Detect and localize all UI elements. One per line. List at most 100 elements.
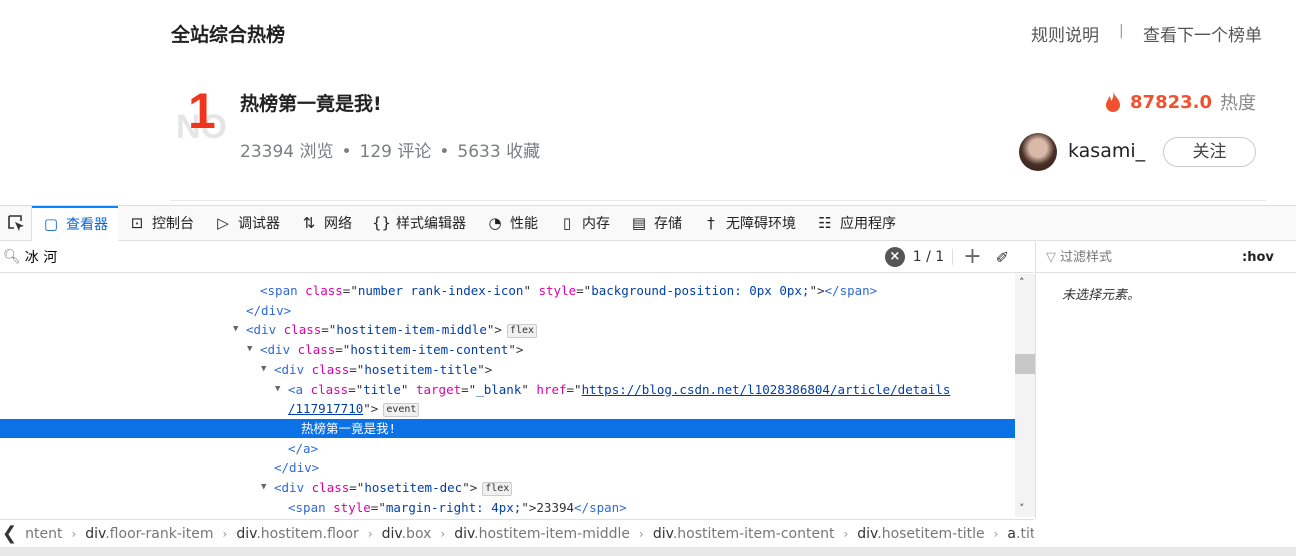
markup-view: <span class="number rank-index-icon" sty… — [0, 274, 1015, 517]
markup-token: hostitem-item-content — [350, 342, 509, 358]
markup-token: =" — [370, 499, 386, 515]
expand-toggle-icon[interactable]: ▼ — [261, 478, 266, 497]
tab-label: 网络 — [324, 216, 352, 232]
breadcrumb-class: ntent — [25, 525, 63, 542]
tab-storage[interactable]: ▤ 存储 — [620, 206, 692, 241]
markup-token: hostitem-item-middle — [336, 322, 487, 338]
filter-styles-input[interactable] — [1060, 249, 1230, 265]
markup-token: <a — [288, 381, 311, 397]
markup-token: =" — [349, 480, 365, 495]
clear-search-icon[interactable]: × — [884, 247, 905, 267]
heat-label: 热度 — [1220, 93, 1256, 114]
expand-toggle-icon[interactable]: ▼ — [233, 320, 238, 339]
debugger-icon: ▷ — [217, 214, 229, 232]
markup-token: "> — [363, 401, 379, 417]
markup-node[interactable]: </a> — [0, 439, 1015, 458]
breadcrumb-item[interactable]: div.hostitem-item-middle — [454, 526, 630, 542]
expand-toggle-icon[interactable]: ▼ — [275, 380, 280, 399]
markup-node[interactable]: <span class="number rank-index-icon" sty… — [0, 281, 1015, 300]
next-list-link[interactable]: 查看下一个榜单 — [1143, 21, 1262, 46]
tab-label: 调试器 — [238, 216, 280, 232]
link-separator: | — [1119, 23, 1124, 39]
markup-node[interactable]: ▼ <div class="hostitem-item-middle"> flex — [0, 320, 1015, 339]
scroll-up-icon[interactable]: ˄ — [1019, 276, 1025, 289]
markup-node[interactable]: ▼ <div class="hosetitem-dec"> flex — [0, 478, 1015, 497]
breadcrumb-item[interactable]: a.title — [1007, 526, 1034, 542]
breadcrumb-scroll-left-icon[interactable]: ❮ — [2, 523, 17, 544]
item-title-link[interactable]: 热榜第一竟是我! — [240, 89, 382, 116]
markup-token[interactable]: /117917710 — [288, 401, 363, 416]
tab-console[interactable]: ⊡ 控制台 — [118, 206, 204, 241]
markup-search-input[interactable] — [24, 249, 885, 265]
avatar[interactable] — [1019, 133, 1057, 171]
breadcrumb-class: .hostitem-item-content — [672, 525, 835, 542]
styles-filter-bar: ▽ :hov — [1035, 242, 1296, 273]
element-picker-icon[interactable] — [0, 205, 32, 241]
rank-index-icon: NO 1 — [176, 83, 227, 146]
breadcrumb-item[interactable]: div.box — [382, 526, 432, 542]
comments-count: 129 评论 — [359, 142, 432, 162]
markup-node[interactable]: ▼ <div class="hosetitem-title"> — [0, 360, 1015, 379]
expand-toggle-icon[interactable]: ▼ — [261, 360, 266, 379]
markup-token: <span — [288, 499, 334, 515]
tab-network[interactable]: ⇅ 网络 — [290, 206, 362, 241]
hov-toggle[interactable]: :hov — [1242, 250, 1274, 265]
markup-node[interactable]: /117917710"> event — [0, 399, 1015, 418]
storage-icon: ▤ — [631, 214, 647, 232]
flex-badge[interactable]: flex — [506, 324, 538, 339]
markup-node[interactable]: ▼ <a class="title" target="_blank" href="… — [0, 380, 1015, 399]
markup-token: style — [333, 499, 371, 515]
tab-performance[interactable]: ◔ 性能 — [476, 206, 548, 241]
breadcrumb-tag: div — [236, 525, 257, 542]
expand-toggle-icon[interactable]: ▼ — [247, 340, 252, 359]
tab-accessibility[interactable]: † 无障碍环境 — [692, 206, 806, 241]
tab-memory[interactable]: ▯ 内存 — [548, 206, 620, 241]
breadcrumb-item[interactable]: div.hosetitem-title — [857, 526, 984, 542]
follow-button[interactable]: 关注 — [1163, 137, 1256, 167]
markup-token: =" — [576, 283, 592, 298]
markup-scrollbar[interactable]: ˄ ˅ — [1015, 274, 1035, 517]
devtools-panel: ▢ 查看器 ⊡ 控制台 ▷ 调试器 ⇅ 网络 {} 样式编辑器 ◔ 性能 ▯ 内存 ▤ 存储 † 无障碍环境 ☷ 应用… — [0, 205, 1296, 556]
markup-token: <div — [274, 361, 312, 377]
author-name[interactable]: kasami_ — [1068, 140, 1145, 162]
tab-label: 控制台 — [152, 216, 194, 232]
eyedropper-icon[interactable]: ✐ — [996, 248, 1009, 267]
markup-token: 热榜第一竟是我! — [301, 420, 397, 436]
tab-label: 应用程序 — [840, 216, 896, 232]
dot: • — [341, 142, 352, 162]
markup-token: =" — [566, 381, 582, 397]
breadcrumb-item[interactable]: div.hostitem-item-content — [653, 526, 835, 542]
markup-token: </div> — [246, 302, 292, 318]
add-node-icon[interactable]: + — [963, 246, 981, 268]
markup-node[interactable]: <span style="margin-right: 4px;">23394</… — [0, 498, 1015, 517]
tab-style-editor[interactable]: {} 样式编辑器 — [362, 206, 476, 241]
selected-markup-node[interactable]: 热榜第一竟是我! — [0, 418, 1015, 438]
markup-token: 23394 — [536, 499, 575, 515]
breadcrumb-tag: div — [454, 525, 475, 542]
flex-badge[interactable]: flex — [482, 482, 513, 496]
tab-inspector[interactable]: ▢ 查看器 — [32, 205, 118, 241]
markup-token[interactable]: https://blog.csdn.net/l1028386804/articl… — [582, 382, 951, 397]
breadcrumb-class: .hosetitem-title — [877, 525, 985, 542]
breadcrumb-item[interactable]: div.floor-rank-item — [85, 526, 213, 542]
tab-application[interactable]: ☷ 应用程序 — [806, 206, 906, 241]
markup-token: =" — [461, 381, 477, 397]
breadcrumb-item[interactable]: ntent — [25, 526, 62, 542]
breadcrumb-item[interactable]: div.hostitem.floor — [236, 526, 358, 542]
markup-token: <div — [246, 322, 284, 338]
rules-link[interactable]: 规则说明 — [1031, 21, 1099, 46]
performance-icon: ◔ — [488, 214, 502, 232]
scrollbar-thumb[interactable] — [1015, 354, 1035, 374]
tab-debugger[interactable]: ▷ 调试器 — [204, 206, 290, 241]
markup-token: =" — [349, 361, 365, 377]
scroll-down-icon[interactable]: ˅ — [1019, 502, 1025, 515]
event-badge[interactable]: event — [383, 403, 420, 418]
tab-label: 性能 — [510, 216, 538, 232]
markup-node[interactable]: </div> — [0, 458, 1015, 477]
markup-token: class — [297, 342, 336, 358]
markup-node[interactable]: ▼ <div class="hostitem-item-content"> — [0, 340, 1015, 359]
breadcrumb-tag: div — [85, 525, 106, 542]
markup-node[interactable]: </div> — [0, 301, 1015, 320]
no-selection-message: 未选择元素。 — [1062, 288, 1141, 303]
markup-token: " — [523, 283, 539, 298]
